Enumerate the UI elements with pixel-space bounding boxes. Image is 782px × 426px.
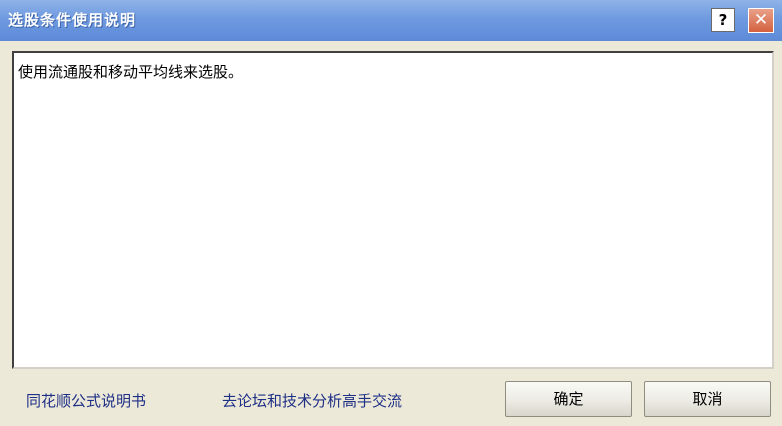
ok-button[interactable]: 确定 xyxy=(505,381,632,417)
help-button[interactable]: ? xyxy=(711,8,735,32)
description-textarea[interactable]: 使用流通股和移动平均线来选股。 xyxy=(12,51,774,369)
close-icon: ✕ xyxy=(753,10,769,30)
forum-link[interactable]: 去论坛和技术分析高手交流 xyxy=(222,390,402,411)
formula-manual-link[interactable]: 同花顺公式说明书 xyxy=(26,390,146,411)
dialog-window: 选股条件使用说明 ? ✕ 使用流通股和移动平均线来选股。 同花顺公式说明书 去论… xyxy=(0,0,782,426)
window-title: 选股条件使用说明 xyxy=(8,11,137,29)
cancel-button[interactable]: 取消 xyxy=(644,381,771,417)
title-bar[interactable]: 选股条件使用说明 ? ✕ xyxy=(0,0,782,41)
close-button[interactable]: ✕ xyxy=(748,8,774,33)
help-icon: ? xyxy=(718,11,728,29)
description-text: 使用流通股和移动平均线来选股。 xyxy=(18,63,244,81)
